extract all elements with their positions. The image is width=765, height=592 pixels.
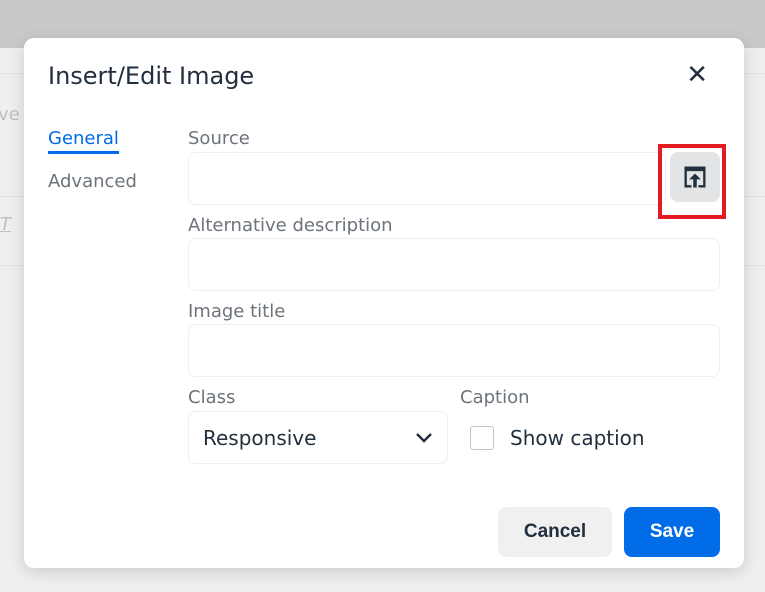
tab-general[interactable]: General <box>48 128 119 154</box>
alt-label: Alternative description <box>188 215 393 236</box>
image-title-label: Image title <box>188 301 286 322</box>
class-label: Class <box>188 387 236 408</box>
clear-formatting-icon: T <box>0 214 11 235</box>
checkbox[interactable] <box>470 426 494 450</box>
save-button[interactable]: Save <box>624 507 720 557</box>
image-title-input[interactable] <box>188 324 720 377</box>
show-caption-checkbox[interactable]: Show caption <box>470 426 645 450</box>
chevron-down-icon <box>416 432 432 443</box>
source-label: Source <box>188 128 250 149</box>
class-selected-value: Responsive <box>203 425 317 450</box>
highlight-box <box>658 144 726 219</box>
class-select[interactable]: Responsive <box>188 411 448 464</box>
background-text: ve <box>0 104 20 125</box>
insert-image-dialog: Insert/Edit Image ✕ General Advanced Sou… <box>24 38 744 568</box>
caption-label: Caption <box>460 387 530 408</box>
close-icon[interactable]: ✕ <box>686 62 708 88</box>
tab-advanced[interactable]: Advanced <box>48 171 137 192</box>
alt-description-input[interactable] <box>188 238 720 291</box>
show-caption-label: Show caption <box>510 426 645 450</box>
source-input[interactable] <box>188 152 666 205</box>
cancel-button[interactable]: Cancel <box>498 507 612 557</box>
dialog-title: Insert/Edit Image <box>48 62 255 90</box>
